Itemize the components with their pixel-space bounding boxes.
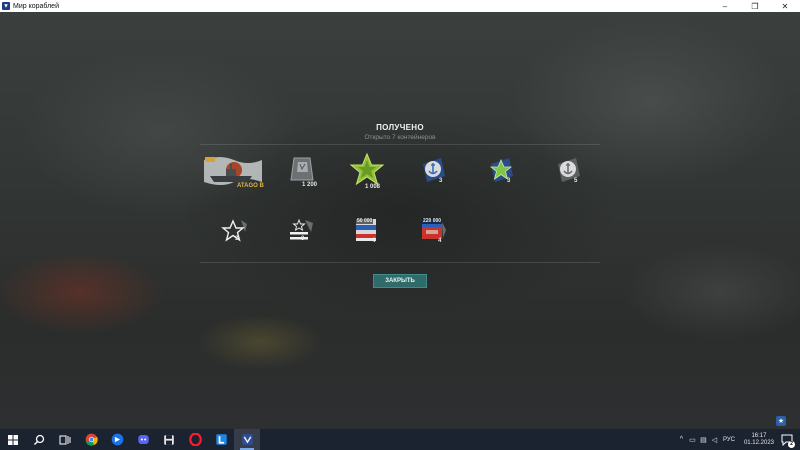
dialog-subtitle: Открыто 7 контейнеров bbox=[364, 134, 436, 141]
divider bbox=[200, 262, 600, 263]
maximize-button[interactable]: ❐ bbox=[740, 0, 770, 12]
floppy-icon bbox=[164, 434, 174, 445]
photos-app[interactable] bbox=[104, 429, 130, 450]
reward-free-xp[interactable]: 1 008 bbox=[345, 152, 405, 194]
rewards-dialog: ПОЛУЧЕНО Открыто 7 контейнеров ATAGO B 1… bbox=[195, 120, 605, 300]
flag-50000-badge: 50 000 bbox=[356, 218, 374, 224]
blue-star-count: 3 bbox=[507, 178, 511, 184]
network-icon[interactable]: ▤ bbox=[698, 436, 709, 444]
anchor-camo-icon bbox=[558, 158, 580, 182]
warships-icon bbox=[241, 434, 253, 445]
clock[interactable]: 16:17 01.12.2023 bbox=[744, 433, 774, 447]
reward-star-outline[interactable]: 3 bbox=[217, 218, 277, 258]
close-window-button[interactable]: ✕ bbox=[770, 0, 800, 12]
photos-icon bbox=[111, 433, 123, 446]
battery-icon[interactable]: ▭ bbox=[687, 436, 698, 444]
reward-stripes-star[interactable]: 3 bbox=[283, 218, 343, 258]
anchor-camo-icon bbox=[423, 158, 445, 182]
reward-flag-50000[interactable]: 50 000 4 bbox=[350, 216, 410, 256]
star-notification-icon[interactable]: ★ bbox=[776, 416, 786, 426]
reward-flag-220000[interactable]: 220 000 4 bbox=[416, 216, 476, 256]
divider bbox=[200, 144, 600, 145]
stripes-star-count: 3 bbox=[301, 236, 305, 242]
taskbar: ^ ▭ ▤ ◁ РУС 16:17 01.12.2023 2 bbox=[0, 429, 800, 450]
opera-icon bbox=[188, 433, 202, 446]
discord-icon bbox=[137, 434, 149, 445]
reward-signal-flags[interactable]: 1 200 bbox=[282, 154, 342, 194]
clock-date: 01.12.2023 bbox=[743, 439, 774, 446]
flag-220000-count: 4 bbox=[438, 238, 442, 244]
close-dialog-button[interactable]: ЗАКРЫТЬ bbox=[373, 274, 427, 288]
window-titlebar: Мир кораблей – ❐ ✕ bbox=[0, 0, 800, 12]
reward-anchor-camo[interactable]: 3 bbox=[415, 156, 475, 196]
launcher-icon bbox=[215, 434, 227, 445]
save-app[interactable] bbox=[156, 429, 182, 450]
search-button[interactable] bbox=[26, 429, 52, 450]
opera-app[interactable] bbox=[182, 429, 208, 450]
task-view-button[interactable] bbox=[52, 429, 78, 450]
chrome-icon bbox=[85, 433, 98, 446]
minimize-button[interactable]: – bbox=[710, 0, 740, 12]
window-title: Мир кораблей bbox=[13, 2, 59, 10]
anchor-camo-2-count: 5 bbox=[574, 178, 578, 184]
start-button[interactable] bbox=[0, 429, 26, 450]
system-tray: ^ ▭ ▤ ◁ РУС 16:17 01.12.2023 2 bbox=[676, 429, 800, 450]
reward-ship-atago[interactable]: ATAGO B bbox=[200, 152, 264, 192]
notifications-button[interactable]: 2 bbox=[780, 433, 795, 448]
free-xp-count: 1 008 bbox=[365, 184, 381, 190]
discord-app[interactable] bbox=[130, 429, 156, 450]
star-outline-count: 3 bbox=[235, 236, 239, 242]
chevron-up-icon[interactable]: ^ bbox=[676, 436, 687, 443]
anchor-camo-count: 3 bbox=[439, 178, 443, 184]
windows-logo-icon bbox=[8, 434, 18, 445]
notification-count: 2 bbox=[788, 440, 795, 448]
dialog-title: ПОЛУЧЕНО bbox=[376, 123, 424, 132]
task-view-icon bbox=[59, 435, 71, 444]
blue-star-icon bbox=[489, 158, 513, 182]
signal-flags-count: 1 200 bbox=[302, 182, 318, 188]
flag-50000-count: 4 bbox=[372, 238, 376, 244]
flag-220000-badge: 220 000 bbox=[422, 218, 443, 224]
reward-anchor-camo-2[interactable]: 5 bbox=[550, 156, 610, 196]
reward-blue-star-camo[interactable]: 3 bbox=[483, 156, 543, 196]
ship-name: ATAGO B bbox=[237, 183, 264, 189]
chrome-app[interactable] bbox=[78, 429, 104, 450]
app-logo-icon bbox=[2, 2, 10, 10]
launcher-app[interactable] bbox=[208, 429, 234, 450]
green-star-icon bbox=[349, 152, 385, 186]
search-icon bbox=[34, 434, 45, 445]
volume-icon[interactable]: ◁ bbox=[709, 436, 720, 444]
world-of-warships-app[interactable] bbox=[234, 429, 260, 450]
language-indicator[interactable]: РУС bbox=[723, 437, 735, 443]
clock-time: 16:17 bbox=[751, 432, 767, 439]
